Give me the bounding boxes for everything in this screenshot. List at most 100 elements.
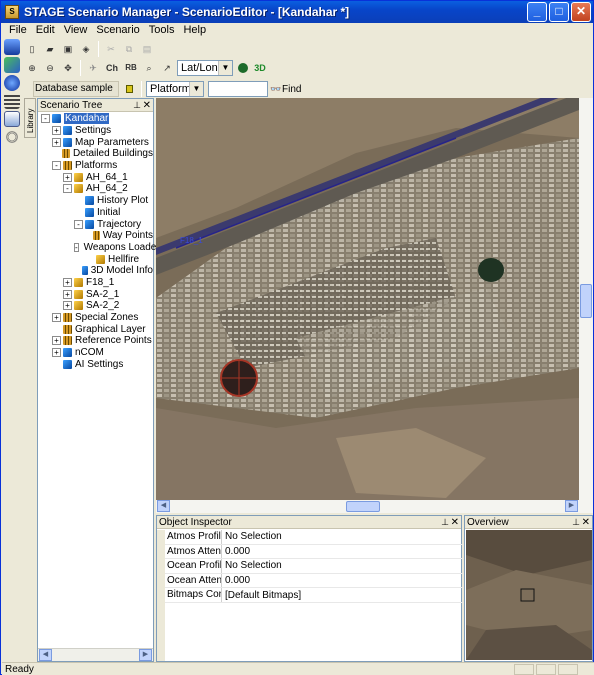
expand-icon[interactable]: + (63, 301, 72, 311)
map-vertical-scrollbar[interactable] (579, 98, 593, 500)
tree-node-label[interactable]: Reference Points (75, 335, 152, 346)
ch-button[interactable]: Ch (103, 60, 121, 76)
close-icon[interactable]: ✕ (582, 517, 590, 528)
property-row[interactable]: Atmos Profile No Selection (165, 530, 463, 545)
tree-node-label[interactable]: SA-2_2 (86, 300, 119, 311)
expand-icon[interactable]: + (63, 289, 72, 299)
property-row[interactable]: Atmos Attenuat0.000 (165, 544, 463, 560)
pin-icon[interactable]: ⊥ (572, 517, 580, 528)
tree-node-label[interactable]: Initial (97, 207, 120, 218)
collapse-icon[interactable]: - (52, 161, 61, 171)
cut-icon[interactable]: ✂ (103, 41, 119, 57)
property-value[interactable]: 0.000 (222, 546, 250, 557)
menu-view[interactable]: View (61, 24, 94, 36)
tree-node[interactable]: AI Settings (38, 358, 153, 370)
tree-node[interactable]: + Special Zones (38, 312, 153, 324)
binoculars-icon[interactable]: 👓 (270, 81, 281, 97)
rb-button[interactable]: RB (123, 60, 139, 76)
property-row[interactable]: Ocean Profile No Selection (165, 559, 463, 574)
property-row[interactable]: Bitmaps Config[Default Bitmaps] (165, 588, 463, 603)
new-icon[interactable]: ▯ (24, 41, 40, 57)
tree-node[interactable]: Hellfire (38, 253, 153, 265)
tree-node-label[interactable]: Platforms (75, 160, 117, 171)
tree-node[interactable]: + AH_64_1 (38, 171, 153, 183)
library-tab[interactable]: Library (24, 98, 36, 138)
property-value[interactable]: [Default Bitmaps] (222, 590, 301, 601)
search-input[interactable] (208, 81, 268, 97)
documents-icon[interactable] (4, 111, 20, 127)
tree-node-label[interactable]: AH_64_2 (86, 183, 128, 194)
view-3d-button[interactable]: 3D (253, 60, 267, 76)
collapse-icon[interactable]: - (63, 184, 72, 194)
globe-icon[interactable] (4, 75, 20, 91)
tree-node-label[interactable]: Kandahar (64, 113, 110, 125)
tree-node[interactable]: - Platforms (38, 160, 153, 172)
tree-node-label[interactable]: Weapons Loade (84, 242, 157, 253)
tree-node[interactable]: Detailed Buildings (38, 148, 153, 160)
lock-icon[interactable] (121, 81, 137, 97)
close-icon[interactable]: ✕ (143, 100, 151, 111)
expand-icon[interactable]: + (52, 137, 61, 147)
tree-node[interactable]: Way Points (38, 230, 153, 242)
tree-node[interactable]: + SA-2_1 (38, 288, 153, 300)
copy-icon[interactable]: ⧉ (121, 41, 137, 57)
property-value[interactable]: No Selection (222, 560, 282, 571)
magnify-icon[interactable]: ⌕ (141, 60, 157, 76)
pin-icon[interactable]: ⊥ (133, 100, 141, 111)
tree-node-label[interactable]: History Plot (97, 195, 148, 206)
menu-scenario[interactable]: Scenario (93, 24, 145, 36)
property-value[interactable]: 0.000 (222, 575, 250, 586)
tree-node[interactable]: - Kandahar (38, 113, 153, 125)
aircraft-icon[interactable]: ✈ (85, 60, 101, 76)
tree-node-label[interactable]: AH_64_1 (86, 172, 128, 183)
tree-node-label[interactable]: Map Parameters (75, 137, 149, 148)
scroll-thumb[interactable] (580, 284, 592, 318)
coord-system-select[interactable]: Lat/Lon ▼ (177, 60, 233, 76)
paste-icon[interactable]: ▤ (139, 41, 155, 57)
collapse-icon[interactable]: - (41, 114, 50, 124)
tree-node[interactable]: - Trajectory (38, 218, 153, 230)
tree-node[interactable]: + nCOM (38, 347, 153, 359)
collapse-icon[interactable]: - (74, 242, 79, 252)
scroll-left-icon[interactable]: ◀ (157, 500, 170, 512)
tree-node-label[interactable]: Way Points (103, 230, 153, 241)
tree-node[interactable]: + Reference Points (38, 335, 153, 347)
find-button[interactable]: Find (282, 84, 301, 95)
radar-icon[interactable] (4, 129, 20, 145)
tree-node-label[interactable]: Detailed Buildings (73, 148, 153, 159)
tree-node-label[interactable]: Settings (75, 125, 111, 136)
minimize-button[interactable]: _ (527, 2, 547, 22)
save-icon[interactable]: ▣ (60, 41, 76, 57)
tree-node[interactable]: 3D Model Info (38, 265, 153, 277)
menu-tools[interactable]: Tools (146, 24, 181, 36)
tree-node-label[interactable]: AI Settings (75, 359, 123, 370)
platform-marker-label[interactable]: F18_1 (180, 236, 203, 245)
zoom-in-icon[interactable]: ⊕ (24, 60, 40, 76)
tree-node-label[interactable]: SA-2_1 (86, 289, 119, 300)
satellite-map[interactable]: F18_1 (156, 98, 579, 500)
close-icon[interactable]: ✕ (451, 517, 459, 528)
scroll-right-icon[interactable]: ▶ (565, 500, 578, 512)
expand-icon[interactable]: + (52, 313, 61, 323)
expand-icon[interactable]: + (52, 336, 61, 346)
property-row[interactable]: Ocean Attenuat0.000 (165, 573, 463, 589)
measure-icon[interactable]: ↗ (159, 60, 175, 76)
title-bar[interactable]: S STAGE Scenario Manager - ScenarioEdito… (1, 1, 593, 23)
tree-node-label[interactable]: Graphical Layer (75, 324, 146, 335)
tree-node[interactable]: + F18_1 (38, 277, 153, 289)
tree-node-label[interactable]: Hellfire (108, 254, 139, 265)
tree-node-label[interactable]: 3D Model Info (91, 265, 153, 276)
database-icon[interactable] (4, 39, 20, 55)
tree-node[interactable]: Initial (38, 207, 153, 219)
tree-node[interactable]: - AH_64_2 (38, 183, 153, 195)
object-type-select[interactable]: Platform ▼ (146, 81, 204, 97)
globe-3d-icon[interactable] (235, 60, 251, 76)
pan-icon[interactable]: ✥ (60, 60, 76, 76)
pin-icon[interactable]: ⊥ (441, 517, 449, 528)
overview-map[interactable] (466, 530, 592, 660)
tree-node-label[interactable]: Trajectory (97, 219, 141, 230)
collapse-icon[interactable]: - (74, 219, 83, 229)
tree-node[interactable]: - Weapons Loade (38, 242, 156, 254)
expand-icon[interactable]: + (52, 348, 61, 358)
map-view[interactable]: F18_1 (156, 98, 579, 500)
